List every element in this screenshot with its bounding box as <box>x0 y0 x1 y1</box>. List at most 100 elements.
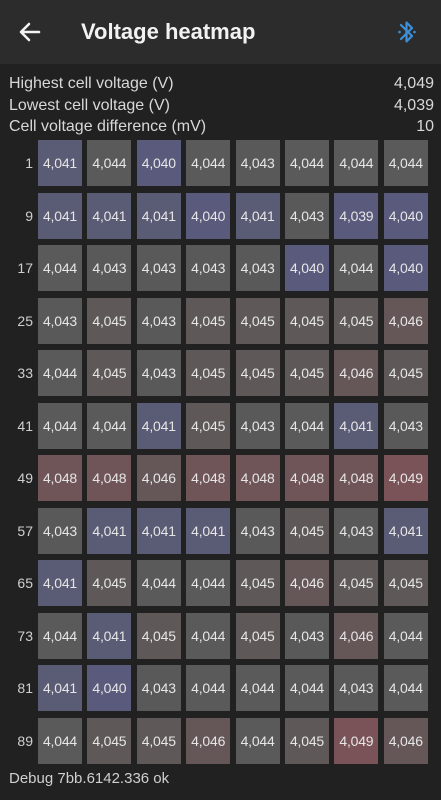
voltage-cell: 4,043 <box>38 507 82 554</box>
heatmap-row: 33 4,044 4,045 4,043 4,045 4,045 4,045 4,046 4,0… <box>0 350 441 396</box>
stat-highest-voltage: Highest cell voltage (V) 4,049 <box>9 73 434 95</box>
stat-label: Cell voltage difference (mV) <box>9 118 207 135</box>
voltage-cell: 4,045 <box>136 717 181 764</box>
voltage-cell: 4,043 <box>235 402 280 449</box>
cell-index-label: 1 <box>25 155 33 171</box>
voltage-cell: 4,044 <box>186 140 231 186</box>
voltage-cell: 4,044 <box>38 612 82 659</box>
debug-status: Debug 7bb.6142.336 ok <box>9 770 170 787</box>
voltage-cell: 4,041 <box>136 192 181 239</box>
voltage-cell: 4,045 <box>136 612 181 659</box>
voltage-cell: 4,045 <box>285 507 329 554</box>
voltage-cell: 4,045 <box>235 560 280 606</box>
voltage-cell: 4,044 <box>285 665 329 711</box>
voltage-cell: 4,043 <box>38 297 82 344</box>
cell-index-label: 57 <box>17 522 33 539</box>
voltage-cell: 4,045 <box>186 350 231 396</box>
voltage-cell: 4,044 <box>285 140 329 186</box>
voltage-cell: 4,046 <box>136 455 181 501</box>
voltage-cell: 4,044 <box>285 402 329 449</box>
heatmap-row: 49 4,048 4,048 4,046 4,048 4,048 4,048 4,048 4,0… <box>0 455 441 501</box>
bluetooth-icon <box>398 21 416 43</box>
voltage-cell: 4,040 <box>383 192 428 239</box>
voltage-cell: 4,048 <box>334 455 379 501</box>
voltage-cell: 4,045 <box>186 402 231 449</box>
cell-index-label: 41 <box>17 417 33 434</box>
voltage-cell: 4,048 <box>38 455 82 501</box>
voltage-cell: 4,045 <box>285 297 329 344</box>
cell-index-label: 89 <box>17 732 33 749</box>
voltage-cell: 4,046 <box>334 612 379 659</box>
voltage-cell: 4,045 <box>383 350 428 396</box>
cell-index-label: 65 <box>17 575 33 591</box>
voltage-cell: 4,041 <box>334 402 379 449</box>
voltage-cell: 4,041 <box>186 507 231 554</box>
voltage-cell: 4,044 <box>186 612 231 659</box>
voltage-cell: 4,044 <box>136 560 181 606</box>
stat-label: Highest cell voltage (V) <box>9 75 174 92</box>
bluetooth-button[interactable] <box>390 14 424 50</box>
voltage-cell: 4,044 <box>383 140 428 186</box>
heatmap-row: 81 4,041 4,040 4,043 4,044 4,044 4,044 4,043 4,0… <box>0 665 441 711</box>
voltage-cell: 4,043 <box>87 245 132 291</box>
cell-index-label: 73 <box>17 627 33 644</box>
cell-index-label: 17 <box>17 260 33 276</box>
heatmap-row: 73 4,044 4,041 4,045 4,044 4,045 4,043 4,046 4,0… <box>0 612 441 659</box>
voltage-cell: 4,044 <box>383 612 428 659</box>
cell-index-label: 49 <box>17 470 33 486</box>
voltage-cell: 4,044 <box>334 245 379 291</box>
voltage-cell: 4,045 <box>235 350 280 396</box>
arrow-back-icon <box>19 22 41 42</box>
voltage-cell: 4,043 <box>136 245 181 291</box>
voltage-cell: 4,045 <box>383 560 428 606</box>
stat-value: 4,049 <box>393 75 434 92</box>
voltage-cell: 4,044 <box>235 665 280 711</box>
heatmap-row: 89 4,044 4,045 4,045 4,046 4,044 4,045 4,049 4,0… <box>0 717 441 764</box>
voltage-cell: 4,043 <box>136 297 181 344</box>
back-button[interactable] <box>10 12 50 52</box>
voltage-cell: 4,048 <box>235 455 280 501</box>
voltage-cell: 4,044 <box>38 717 82 764</box>
voltage-cell: 4,045 <box>186 297 231 344</box>
voltage-cell: 4,043 <box>136 665 181 711</box>
voltage-cell: 4,046 <box>334 350 379 396</box>
heatmap-row: 41 4,044 4,044 4,041 4,045 4,043 4,044 4,041 4,0… <box>0 402 441 449</box>
voltage-cell: 4,045 <box>285 717 329 764</box>
voltage-cell: 4,045 <box>235 297 280 344</box>
voltage-cell: 4,041 <box>136 507 181 554</box>
voltage-cell: 4,044 <box>38 245 82 291</box>
voltage-cell: 4,040 <box>87 665 132 711</box>
cell-index-label: 9 <box>25 207 33 224</box>
voltage-cell: 4,043 <box>285 192 329 239</box>
voltage-cell: 4,044 <box>383 665 428 711</box>
stat-lowest-voltage: Lowest cell voltage (V) 4,039 <box>9 95 434 117</box>
voltage-cell: 4,045 <box>334 560 379 606</box>
voltage-cell: 4,044 <box>334 140 379 186</box>
voltage-cell: 4,043 <box>235 140 280 186</box>
voltage-cell: 4,045 <box>87 560 132 606</box>
voltage-cell: 4,045 <box>235 612 280 659</box>
voltage-cell: 4,041 <box>87 507 132 554</box>
cell-index-label: 25 <box>17 312 33 329</box>
voltage-cell: 4,048 <box>285 455 329 501</box>
voltage-cell: 4,040 <box>285 245 329 291</box>
stat-value: 10 <box>416 118 434 135</box>
voltage-cell: 4,043 <box>334 507 379 554</box>
voltage-cell: 4,039 <box>334 192 379 239</box>
stat-value: 4,039 <box>393 96 434 114</box>
voltage-cell: 4,041 <box>38 560 82 606</box>
voltage-cell: 4,045 <box>334 297 379 344</box>
cell-index-label: 81 <box>17 680 33 696</box>
voltage-cell: 4,044 <box>38 350 82 396</box>
heatmap-row: 57 4,043 4,041 4,041 4,041 4,043 4,045 4,043 4,0… <box>0 507 441 554</box>
voltage-cell: 4,043 <box>383 402 428 449</box>
voltage-cell: 4,049 <box>334 717 379 764</box>
voltage-cell: 4,041 <box>38 665 82 711</box>
heatmap-row: 65 4,041 4,045 4,044 4,044 4,045 4,046 4,045 4,0… <box>0 560 441 606</box>
voltage-cell: 4,044 <box>38 402 82 449</box>
heatmap-row: 1 4,041 4,044 4,040 4,044 4,043 4,044 4,044 4,04… <box>0 140 441 186</box>
heatmap-row: 9 4,041 4,041 4,041 4,040 4,041 4,043 4,039 4,04… <box>0 192 441 239</box>
heatmap-row: 25 4,043 4,045 4,043 4,045 4,045 4,045 4,045 4,0… <box>0 297 441 344</box>
voltage-cell: 4,046 <box>383 717 428 764</box>
app-bar: Voltage heatmap <box>0 0 441 64</box>
